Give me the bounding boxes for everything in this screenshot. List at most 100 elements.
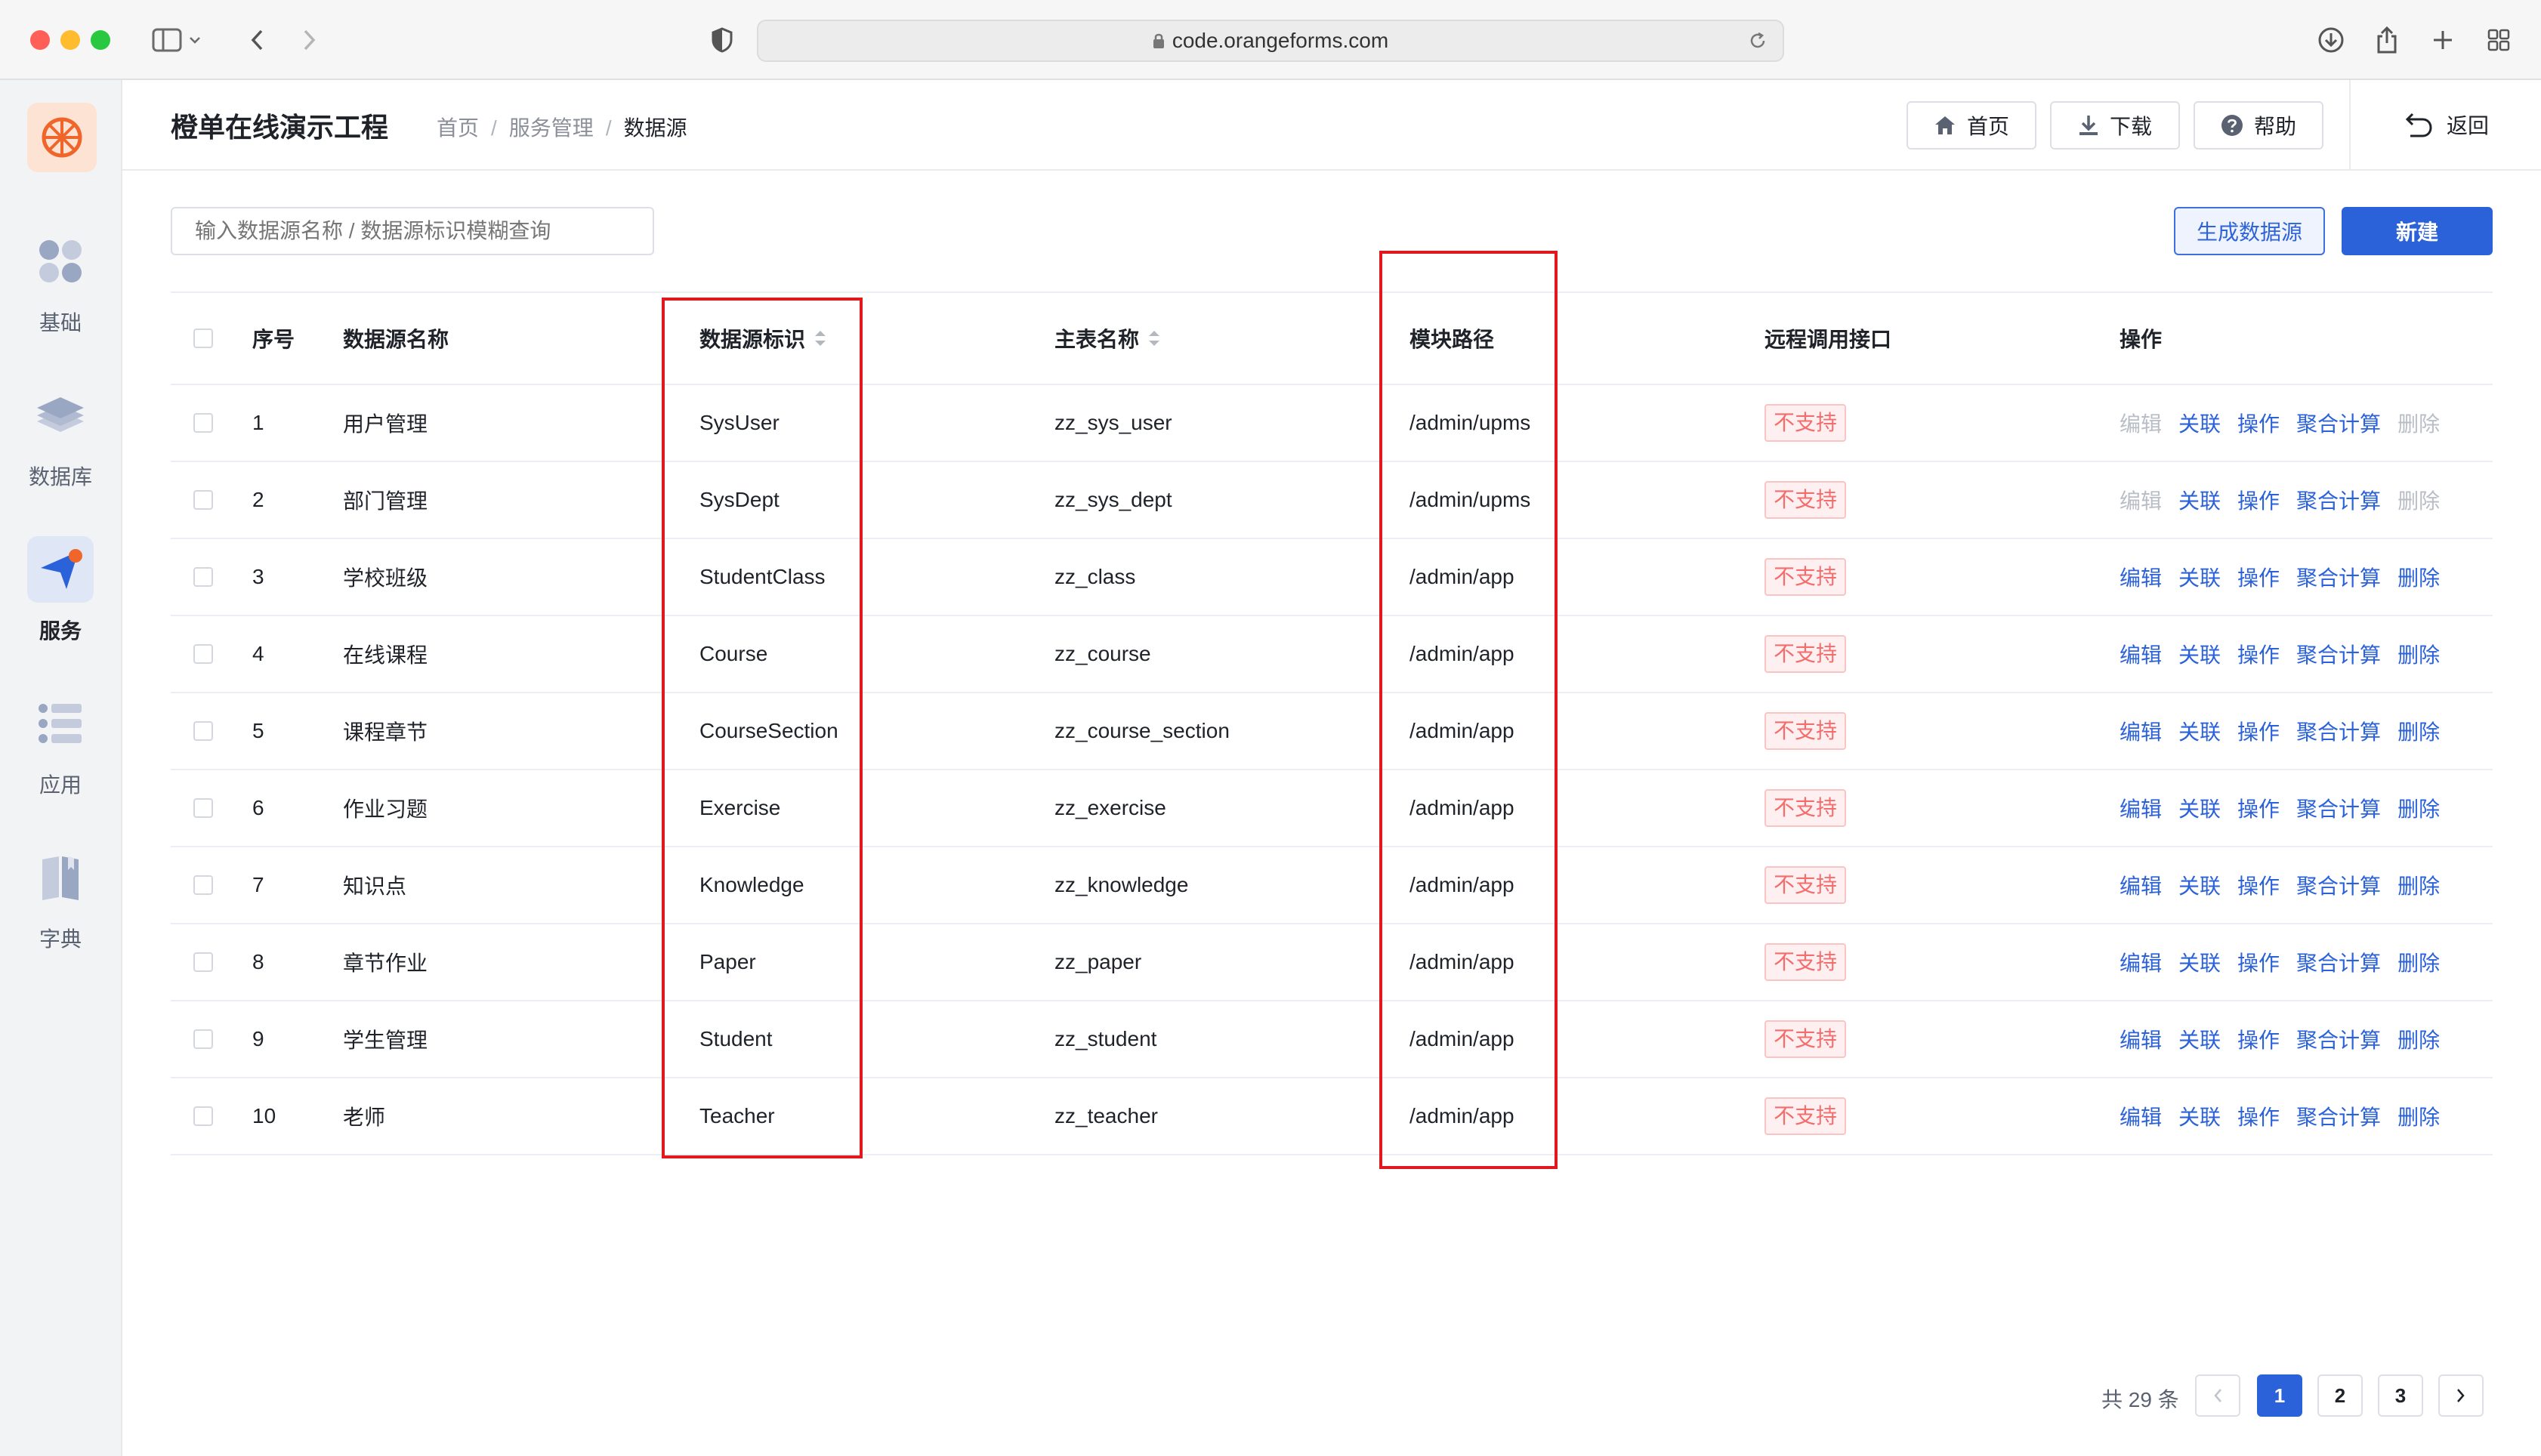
download-button[interactable]: 下载 xyxy=(2050,101,2180,150)
relation-link[interactable]: 关联 xyxy=(2178,485,2221,515)
pagination-page-2[interactable]: 2 xyxy=(2317,1374,2363,1417)
row-checkbox[interactable] xyxy=(193,413,213,433)
edit-link[interactable]: 编辑 xyxy=(2120,947,2162,977)
operation-link[interactable]: 操作 xyxy=(2237,947,2280,977)
breadcrumb-home[interactable]: 首页 xyxy=(437,116,479,140)
minimize-window-button[interactable] xyxy=(60,30,80,50)
row-checkbox[interactable] xyxy=(193,1029,213,1049)
edit-link[interactable]: 编辑 xyxy=(2120,716,2162,746)
row-checkbox[interactable] xyxy=(193,644,213,664)
privacy-shield-icon[interactable] xyxy=(707,23,737,57)
address-bar[interactable]: code.orangeforms.com xyxy=(757,20,1784,62)
operation-link[interactable]: 操作 xyxy=(2237,408,2280,438)
tab-overview-icon[interactable] xyxy=(2484,23,2514,57)
sidebar-toggle-icon[interactable] xyxy=(147,23,207,57)
delete-link[interactable]: 删除 xyxy=(2397,793,2440,823)
aggregate-link[interactable]: 聚合计算 xyxy=(2296,562,2381,592)
row-checkbox[interactable] xyxy=(193,1106,213,1126)
page-header: 橙单在线演示工程 首页 / 服务管理 / 数据源 首页 下载 帮助 返回 xyxy=(122,80,2541,171)
delete-link[interactable]: 删除 xyxy=(2397,639,2440,669)
generate-datasource-button[interactable]: 生成数据源 xyxy=(2174,207,2325,255)
aggregate-link[interactable]: 聚合计算 xyxy=(2296,485,2381,515)
home-button[interactable]: 首页 xyxy=(1907,101,2036,150)
edit-link[interactable]: 编辑 xyxy=(2120,562,2162,592)
back-nav-icon[interactable] xyxy=(242,23,272,57)
aggregate-link[interactable]: 聚合计算 xyxy=(2296,947,2381,977)
operation-link[interactable]: 操作 xyxy=(2237,562,2280,592)
row-select-cell xyxy=(193,847,213,923)
relation-link[interactable]: 关联 xyxy=(2178,1101,2221,1131)
relation-link[interactable]: 关联 xyxy=(2178,408,2221,438)
edit-link[interactable]: 编辑 xyxy=(2120,793,2162,823)
orangeforms-logo[interactable] xyxy=(27,103,97,172)
aggregate-link[interactable]: 聚合计算 xyxy=(2296,408,2381,438)
download-icon xyxy=(2079,116,2098,135)
row-checkbox[interactable] xyxy=(193,875,213,895)
datasource-search-input[interactable] xyxy=(171,207,654,255)
delete-link[interactable]: 删除 xyxy=(2397,562,2440,592)
select-all-checkbox[interactable] xyxy=(193,329,213,348)
aggregate-link[interactable]: 聚合计算 xyxy=(2296,716,2381,746)
row-checkbox[interactable] xyxy=(193,490,213,510)
undo-back-icon xyxy=(2405,113,2432,137)
relation-link[interactable]: 关联 xyxy=(2178,793,2221,823)
row-checkbox[interactable] xyxy=(193,721,213,741)
edit-link[interactable]: 编辑 xyxy=(2120,1024,2162,1054)
row-checkbox[interactable] xyxy=(193,952,213,972)
row-checkbox[interactable] xyxy=(193,567,213,587)
breadcrumb-service-management[interactable]: 服务管理 xyxy=(509,116,594,140)
delete-link[interactable]: 删除 xyxy=(2397,947,2440,977)
relation-link[interactable]: 关联 xyxy=(2178,562,2221,592)
rail-item-basic[interactable]: 基础 xyxy=(0,228,121,356)
new-tab-icon[interactable] xyxy=(2428,23,2458,57)
cell-main-table: zz_paper xyxy=(1054,950,1142,973)
rail-item-service[interactable]: 服务 xyxy=(0,536,121,665)
zoom-window-button[interactable] xyxy=(91,30,110,50)
aggregate-link[interactable]: 聚合计算 xyxy=(2296,870,2381,900)
relation-link[interactable]: 关联 xyxy=(2178,1024,2221,1054)
delete-link[interactable]: 删除 xyxy=(2397,716,2440,746)
aggregate-link[interactable]: 聚合计算 xyxy=(2296,1101,2381,1131)
relation-link[interactable]: 关联 xyxy=(2178,716,2221,746)
sort-caret-icon[interactable] xyxy=(813,328,828,349)
edit-link[interactable]: 编辑 xyxy=(2120,870,2162,900)
relation-link[interactable]: 关联 xyxy=(2178,870,2221,900)
column-header-identifier[interactable]: 数据源标识 xyxy=(699,293,828,384)
share-icon[interactable] xyxy=(2372,23,2402,57)
delete-link[interactable]: 删除 xyxy=(2397,1101,2440,1131)
forward-nav-icon[interactable] xyxy=(295,23,325,57)
column-header-main-table[interactable]: 主表名称 xyxy=(1054,293,1162,384)
rail-item-database[interactable]: 数据库 xyxy=(0,382,121,511)
row-checkbox[interactable] xyxy=(193,798,213,818)
cell-main-table: zz_knowledge xyxy=(1054,873,1189,896)
help-button[interactable]: 帮助 xyxy=(2194,101,2323,150)
delete-link[interactable]: 删除 xyxy=(2397,1024,2440,1054)
operation-link[interactable]: 操作 xyxy=(2237,793,2280,823)
aggregate-link[interactable]: 聚合计算 xyxy=(2296,639,2381,669)
operation-link[interactable]: 操作 xyxy=(2237,639,2280,669)
close-window-button[interactable] xyxy=(30,30,50,50)
back-button[interactable]: 返回 xyxy=(2349,80,2541,169)
operation-link[interactable]: 操作 xyxy=(2237,1101,2280,1131)
aggregate-link[interactable]: 聚合计算 xyxy=(2296,1024,2381,1054)
delete-link[interactable]: 删除 xyxy=(2397,870,2440,900)
rail-item-app[interactable]: 应用 xyxy=(0,690,121,819)
operation-link[interactable]: 操作 xyxy=(2237,485,2280,515)
reload-icon[interactable] xyxy=(1748,31,1768,51)
pagination-page-1[interactable]: 1 xyxy=(2257,1374,2302,1417)
relation-link[interactable]: 关联 xyxy=(2178,639,2221,669)
operation-link[interactable]: 操作 xyxy=(2237,870,2280,900)
new-datasource-button[interactable]: 新建 xyxy=(2342,207,2493,255)
operation-link[interactable]: 操作 xyxy=(2237,1024,2280,1054)
pagination-next-button[interactable] xyxy=(2438,1374,2484,1417)
operation-link[interactable]: 操作 xyxy=(2237,716,2280,746)
aggregate-link[interactable]: 聚合计算 xyxy=(2296,793,2381,823)
relation-link[interactable]: 关联 xyxy=(2178,947,2221,977)
edit-link[interactable]: 编辑 xyxy=(2120,1101,2162,1131)
rail-item-dictionary[interactable]: 字典 xyxy=(0,844,121,973)
edit-link[interactable]: 编辑 xyxy=(2120,639,2162,669)
sort-caret-icon[interactable] xyxy=(1147,328,1162,349)
pagination-page-3[interactable]: 3 xyxy=(2378,1374,2423,1417)
pagination-prev-button[interactable] xyxy=(2195,1374,2240,1417)
downloads-icon[interactable] xyxy=(2316,23,2346,57)
